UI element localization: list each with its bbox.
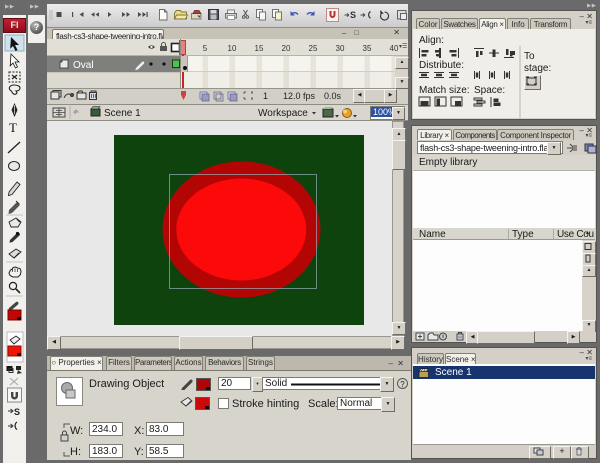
svg-text:12.0 fps: 12.0 fps	[283, 91, 316, 101]
svg-text:25: 25	[309, 44, 318, 53]
svg-text:T: T	[9, 120, 17, 135]
svg-text:5: 5	[203, 44, 208, 53]
svg-text:15: 15	[255, 44, 264, 53]
svg-text:30: 30	[336, 44, 345, 53]
svg-text:Oval: Oval	[73, 60, 94, 71]
svg-text:Workspace: Workspace	[258, 108, 308, 119]
svg-text:S: S	[14, 407, 20, 417]
svg-text:Scene 1: Scene 1	[104, 108, 141, 119]
svg-text:35: 35	[363, 44, 372, 53]
svg-text:10: 10	[228, 44, 237, 53]
svg-text:40: 40	[390, 44, 399, 53]
svg-text:S: S	[350, 10, 356, 20]
svg-text:0.0s: 0.0s	[324, 91, 342, 101]
svg-text:20: 20	[282, 44, 291, 53]
svg-text:1: 1	[263, 91, 268, 101]
